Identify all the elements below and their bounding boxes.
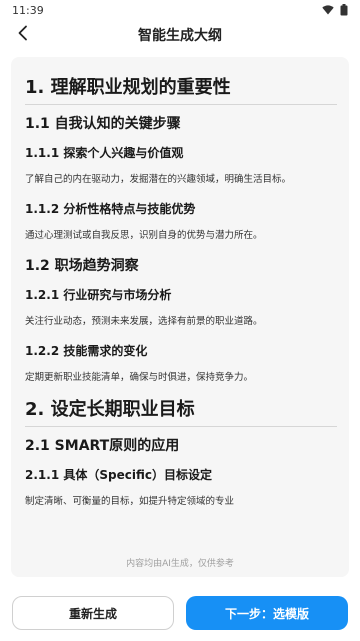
status-time: 11:39	[12, 3, 44, 17]
wifi-icon	[322, 5, 334, 15]
item-heading: 2.1.1 具体（Specific）目标设定	[25, 468, 212, 482]
battery-icon	[340, 4, 348, 16]
item-heading: 1.1.1 探索个人兴趣与价值观	[25, 146, 184, 160]
item-text: 通过心理测试或自我反思，识别自身的优势与潜力所在。	[25, 230, 263, 241]
item-heading: 1.2.2 技能需求的变化	[25, 344, 148, 358]
item-text: 关注行业动态，预测未来发展，选择有前景的职业道路。	[25, 316, 263, 327]
subsection-heading: 1.1 自我认知的关键步骤	[25, 116, 181, 132]
subsection-heading: 2.1 SMART原则的应用	[25, 438, 180, 454]
ai-disclaimer: 内容均由AI生成，仅供参考	[11, 551, 349, 577]
back-button[interactable]	[10, 22, 36, 48]
next-step-button[interactable]: 下一步：选模版	[186, 596, 348, 630]
page-title: 智能生成大纲	[138, 28, 222, 44]
subsection-heading: 1.2 职场趋势洞察	[25, 258, 139, 274]
status-icons	[322, 4, 348, 16]
app-bar: 智能生成大纲	[0, 20, 360, 50]
status-bar: 11:39	[0, 0, 360, 20]
regenerate-button[interactable]: 重新生成	[12, 596, 174, 630]
outline-content: 1. 理解职业规划的重要性 1.1 自我认知的关键步骤 1.1.1 探索个人兴趣…	[11, 57, 349, 509]
section-heading: 2. 设定长期职业目标	[25, 399, 337, 427]
item-text: 了解自己的内在驱动力，发掘潜在的兴趣领域，明确生活目标。	[25, 174, 292, 185]
item-heading: 1.2.1 行业研究与市场分析	[25, 288, 172, 302]
item-heading: 1.1.2 分析性格特点与技能优势	[25, 202, 196, 216]
item-text: 定期更新职业技能清单，确保与时俱进，保持竞争力。	[25, 372, 254, 383]
item-text: 制定清晰、可衡量的目标，如提升特定领域的专业	[25, 496, 235, 507]
section-heading: 1. 理解职业规划的重要性	[25, 77, 337, 105]
outline-card[interactable]: 1. 理解职业规划的重要性 1.1 自我认知的关键步骤 1.1.1 探索个人兴趣…	[11, 57, 349, 577]
chevron-left-icon	[17, 25, 29, 45]
